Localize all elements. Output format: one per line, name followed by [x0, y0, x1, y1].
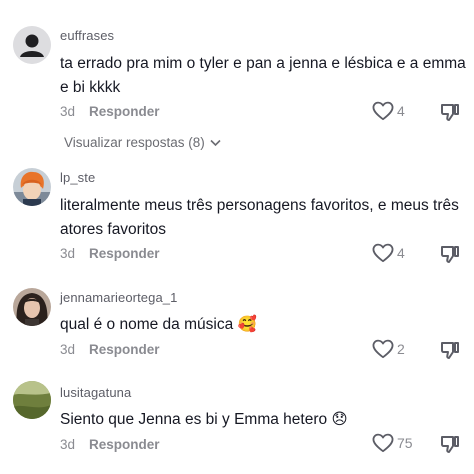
reply-button[interactable]: Responder: [89, 246, 160, 261]
comment-username[interactable]: lp_ste: [60, 170, 95, 185]
like-button[interactable]: 75: [372, 433, 413, 453]
comment-meta: 3d Responder: [60, 104, 160, 119]
reply-button[interactable]: Responder: [89, 104, 160, 119]
chevron-down-icon: [210, 139, 221, 146]
heart-icon: [372, 339, 394, 359]
comment-time: 3d: [60, 104, 76, 119]
like-count: 2: [397, 341, 405, 357]
landscape-avatar-icon[interactable]: [13, 381, 51, 419]
comment-text: literalmente meus três personagens favor…: [60, 197, 459, 238]
like-count: 4: [397, 103, 405, 119]
heart-icon: [372, 243, 394, 263]
dislike-button[interactable]: [440, 102, 460, 127]
comment-time: 3d: [60, 246, 76, 261]
like-button[interactable]: 2: [372, 339, 405, 359]
anime-avatar-icon[interactable]: [13, 168, 51, 206]
comment-text: qual é o nome da música 🥰: [60, 316, 257, 333]
comment-meta: 3d Responder: [60, 342, 160, 357]
comment-meta: 3d Responder: [60, 437, 160, 452]
heart-icon: [372, 433, 394, 453]
person-avatar-icon[interactable]: [13, 288, 51, 326]
comment-text: ta errado pra mim o tyler e pan a jenna …: [60, 55, 466, 96]
dislike-button[interactable]: [440, 244, 460, 269]
comment-username[interactable]: euffrases: [60, 28, 114, 43]
comment-text: Siento que Jenna es bi y Emma hetero 😞: [60, 411, 348, 428]
like-button[interactable]: 4: [372, 243, 405, 263]
reply-button[interactable]: Responder: [89, 342, 160, 357]
comment-time: 3d: [60, 437, 76, 452]
comment-meta: 3d Responder: [60, 246, 160, 261]
comment-time: 3d: [60, 342, 76, 357]
thumbs-down-icon: [441, 342, 459, 359]
default-avatar-icon[interactable]: [13, 26, 51, 64]
dislike-button[interactable]: [440, 340, 460, 365]
dislike-button[interactable]: [440, 434, 460, 459]
comment-username[interactable]: jennamarieortega_1: [60, 290, 177, 305]
thumbs-down-icon: [441, 246, 459, 263]
view-replies-button[interactable]: Visualizar respostas (8): [64, 135, 221, 150]
reply-button[interactable]: Responder: [89, 437, 160, 452]
comment-username[interactable]: lusitagatuna: [60, 385, 131, 400]
like-count: 75: [397, 435, 413, 451]
thumbs-down-icon: [441, 436, 459, 453]
like-count: 4: [397, 245, 405, 261]
like-button[interactable]: 4: [372, 101, 405, 121]
view-replies-label: Visualizar respostas (8): [64, 135, 205, 150]
thumbs-down-icon: [441, 104, 459, 121]
heart-icon: [372, 101, 394, 121]
